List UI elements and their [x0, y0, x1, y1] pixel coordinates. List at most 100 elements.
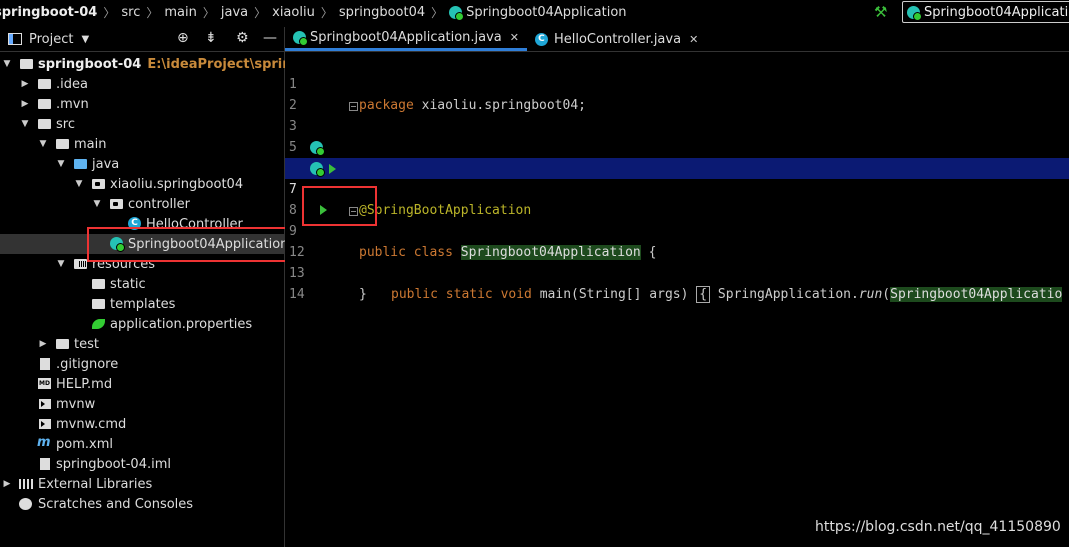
breadcrumb-label: springboot04	[338, 4, 426, 20]
markdown-file-icon: MD	[38, 378, 51, 389]
chevron-right-icon: 〉	[431, 5, 444, 20]
method-signature: main(String[] args)	[531, 287, 689, 302]
spring-bean-gutter-icon[interactable]	[310, 141, 325, 156]
method-call: SpringApplication.	[710, 287, 859, 302]
tab-hello-controller[interactable]: C HelloController.java ✕	[527, 27, 706, 51]
breadcrumb-label: main	[164, 4, 197, 20]
fold-toggle-icon[interactable]	[349, 102, 358, 111]
tree-item-project-root[interactable]: ▼ springboot-04 E:\ideaProject\springboot	[0, 54, 335, 74]
close-icon[interactable]: ✕	[689, 33, 698, 46]
breadcrumb-application[interactable]: Springboot04Application	[449, 5, 627, 21]
tree-item-external-libraries[interactable]: ▶ External Libraries	[0, 474, 284, 494]
run-gutter-icon[interactable]	[329, 164, 336, 174]
collapsed-arrow-icon[interactable]: ▶	[20, 79, 30, 89]
tree-item-test[interactable]: ▶ test	[0, 334, 284, 354]
collapsed-arrow-icon[interactable]: ▶	[38, 339, 48, 349]
tree-item-pom-xml[interactable]: m pom.xml	[0, 434, 284, 454]
spring-bean-gutter-icon[interactable]	[310, 162, 325, 177]
folder-icon	[92, 299, 105, 309]
tree-item-application-properties[interactable]: application.properties	[0, 314, 284, 334]
folder-icon	[38, 119, 51, 129]
tree-item-label: main	[74, 136, 107, 152]
collapsed-arrow-icon[interactable]: ▶	[2, 479, 12, 489]
tree-item-label: mvnw.cmd	[56, 416, 127, 432]
tab-springboot04-application[interactable]: Springboot04Application.java ✕	[285, 27, 527, 51]
project-tool-window: Project ▼ ⊕ ⇟ ⚙ — ▼ springboot-04 E:\idea…	[0, 27, 335, 547]
tree-item-mvnw[interactable]: mvnw	[0, 394, 284, 414]
chevron-right-icon: 〉	[146, 5, 159, 20]
collapse-all-icon[interactable]: ⇟	[205, 30, 217, 46]
cmd-file-icon	[39, 419, 51, 429]
breadcrumb-label: xiaoliu	[272, 4, 315, 20]
breadcrumb-src[interactable]: src	[121, 5, 140, 20]
project-view-selector[interactable]: Project ▼	[8, 32, 89, 47]
expanded-arrow-icon[interactable]: ▼	[56, 259, 66, 269]
tree-item-idea[interactable]: ▶ .idea	[0, 74, 284, 94]
tree-item-scratches[interactable]: Scratches and Consoles	[0, 494, 284, 514]
tree-item-label: test	[74, 336, 99, 352]
tree-item-label: External Libraries	[38, 476, 153, 492]
libraries-icon	[19, 479, 33, 489]
breadcrumb-xiaoliu[interactable]: xiaoliu	[272, 5, 315, 20]
tree-item-templates[interactable]: templates	[0, 294, 284, 314]
locate-crosshair-icon[interactable]: ⊕	[177, 30, 189, 46]
tree-item-mvnw-cmd[interactable]: mvnw.cmd	[0, 414, 284, 434]
breadcrumb-project[interactable]: springboot-04	[0, 5, 97, 20]
shell-script-icon	[39, 399, 51, 409]
git-file-icon	[40, 358, 50, 370]
code-line: 2	[285, 74, 1069, 113]
project-panel-title: Project	[29, 31, 74, 47]
expanded-arrow-icon[interactable]: ▼	[2, 59, 12, 69]
expanded-arrow-icon[interactable]: ▼	[20, 119, 30, 129]
close-icon[interactable]: ✕	[510, 31, 519, 44]
tree-item-help-md[interactable]: MD HELP.md	[0, 374, 284, 394]
folder-icon	[92, 279, 105, 289]
spring-boot-class-icon	[293, 31, 308, 46]
tree-item-src[interactable]: ▼ src	[0, 114, 284, 134]
tree-item-controller[interactable]: ▼ controller	[0, 194, 284, 214]
folded-brace[interactable]: {	[696, 286, 711, 303]
tree-item-label: springboot-04	[38, 56, 142, 72]
breadcrumb-java[interactable]: java	[221, 5, 248, 20]
tab-label: HelloController.java	[553, 31, 682, 47]
class-reference: Springboot04Applicatio	[890, 287, 1063, 302]
tree-item-gitignore[interactable]: .gitignore	[0, 354, 284, 374]
chevron-right-icon: 〉	[202, 5, 215, 20]
expanded-arrow-icon[interactable]: ▼	[38, 139, 48, 149]
spring-boot-icon	[907, 5, 922, 21]
breadcrumb-main[interactable]: main	[164, 5, 196, 20]
breadcrumb-springboot04[interactable]: springboot04	[339, 5, 425, 20]
tree-item-static[interactable]: static	[0, 274, 284, 294]
watermark-text: https://blog.csdn.net/qq_41150890	[815, 519, 1061, 535]
tab-label: Springboot04Application.java	[310, 30, 502, 45]
tree-item-mvn[interactable]: ▶ .mvn	[0, 94, 284, 114]
folder-icon	[56, 139, 69, 149]
expanded-arrow-icon[interactable]: ▼	[56, 159, 66, 169]
tree-item-package[interactable]: ▼ xiaoliu.springboot04	[0, 174, 284, 194]
resources-folder-icon	[74, 259, 87, 269]
keyword: public static void	[391, 287, 532, 302]
expanded-arrow-icon[interactable]: ▼	[74, 179, 84, 189]
tree-item-label: Scratches and Consoles	[38, 496, 194, 512]
collapsed-arrow-icon[interactable]: ▶	[20, 99, 30, 109]
chevron-right-icon: 〉	[103, 5, 116, 20]
code-line-current: 7 public class Springboot04Application {	[285, 158, 1069, 260]
brace: }	[359, 287, 367, 302]
breadcrumb-label: java	[220, 4, 249, 20]
tree-item-label: application.properties	[110, 316, 253, 332]
build-hammer-icon[interactable]: ⚒	[874, 3, 887, 21]
tree-item-java[interactable]: ▼ java	[0, 154, 284, 174]
tree-item-label: mvnw	[56, 396, 96, 412]
expanded-arrow-icon[interactable]: ▼	[92, 199, 102, 209]
chevron-right-icon: 〉	[254, 5, 267, 20]
tree-item-main[interactable]: ▼ main	[0, 134, 284, 154]
breadcrumb-label: src	[121, 4, 141, 20]
editor-tab-bar: Springboot04Application.java ✕ C HelloCo…	[285, 27, 1069, 52]
breadcrumb-label: springboot-04	[0, 4, 98, 20]
hide-panel-icon[interactable]: —	[263, 30, 277, 46]
tree-item-iml[interactable]: springboot-04.iml	[0, 454, 284, 474]
code-editor[interactable]: 1 package xiaoliu.springboot04; 2 3 impo…	[285, 52, 1069, 547]
scratches-icon	[19, 498, 32, 510]
gear-icon[interactable]: ⚙	[236, 30, 249, 46]
run-configuration-selector[interactable]: Springboot04Application	[902, 1, 1069, 23]
